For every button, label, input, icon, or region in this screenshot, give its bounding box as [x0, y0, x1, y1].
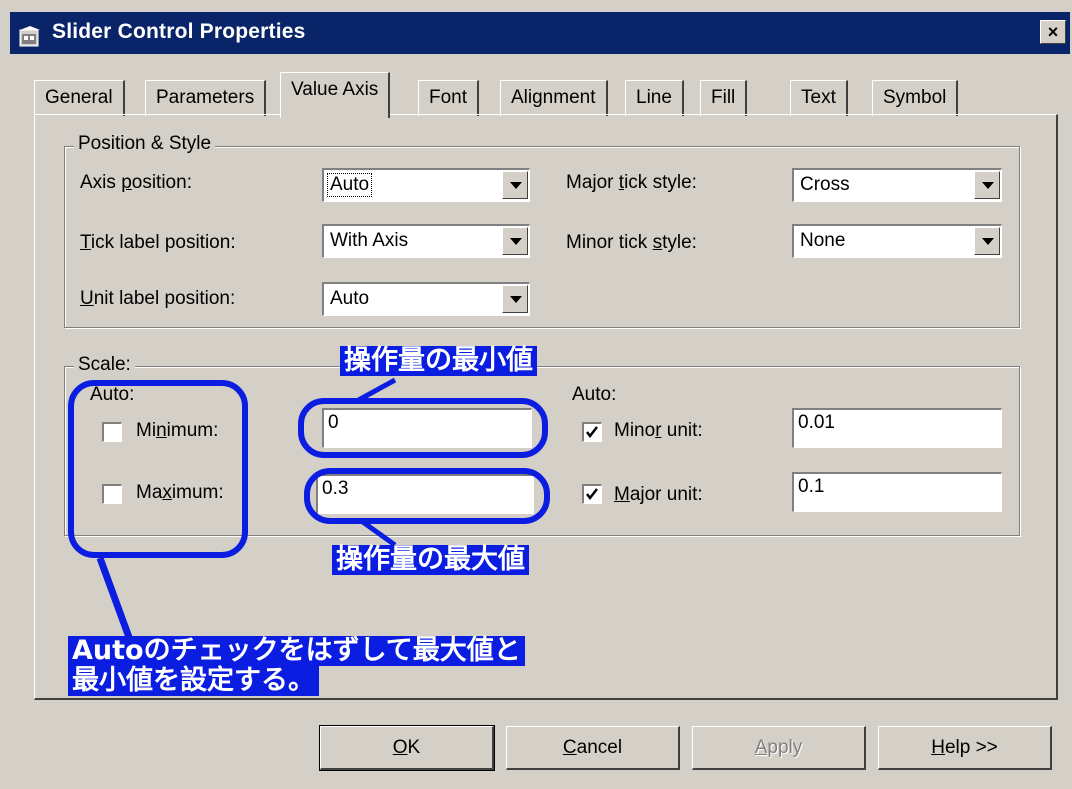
annotation-min-label: 操作量の最小値: [340, 346, 537, 376]
annotation-instruction-line2: 最小値を設定する。: [68, 666, 319, 696]
annotation-max-label: 操作量の最大値: [332, 545, 529, 575]
annotation-instruction-line1: Autoのチェックをはずして最大値と: [68, 636, 525, 666]
